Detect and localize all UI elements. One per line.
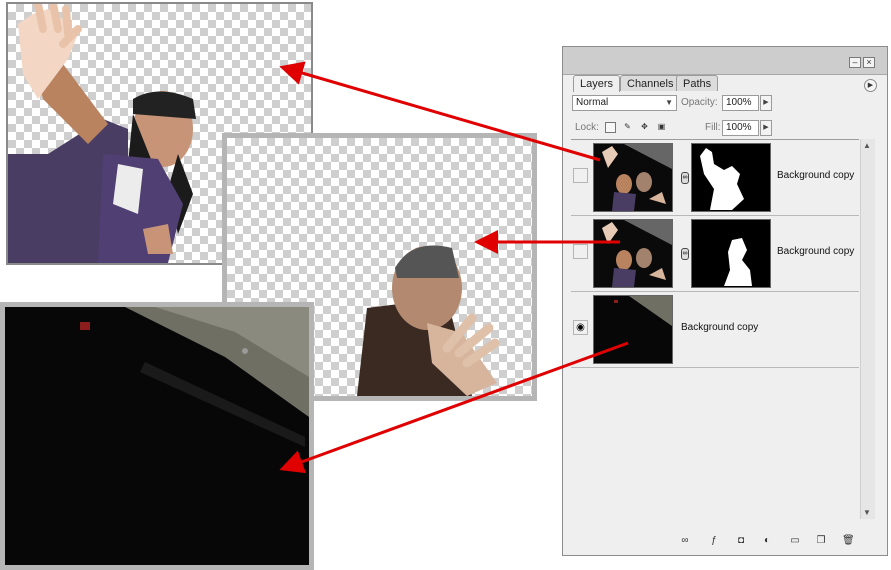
layers-panel: – × Layers Channels Paths ▶ Normal ▼ Opa… [562, 46, 888, 556]
close-icon[interactable]: × [863, 57, 875, 68]
layer-style-icon[interactable]: ƒ [708, 535, 720, 546]
eye-icon: ◉ [576, 322, 585, 333]
new-layer-icon[interactable]: ❐ [815, 535, 827, 546]
panel-footer: ∞ ƒ ◘ ◐ ▭ ❐ 🗑 [563, 529, 887, 553]
chevron-down-icon: ▼ [665, 98, 673, 107]
scroll-down-icon[interactable]: ▼ [863, 508, 871, 517]
layer-thumbnail [593, 219, 673, 288]
adjustment-layer-icon[interactable]: ◐ [761, 535, 773, 546]
lock-controls: ✎ ✥ ▣ [605, 120, 675, 136]
layer-row[interactable]: ∞ Background copy [571, 216, 859, 292]
fill-label: Fill: [705, 122, 721, 133]
layer-mask-thumbnail [691, 143, 771, 212]
fill-stepper[interactable]: ▶ [760, 120, 772, 136]
blend-mode-select[interactable]: Normal ▼ [572, 95, 677, 111]
layers-list: ∞ Background copy ∞ Background copy ◉ Ba… [571, 139, 859, 520]
layer-thumbnail [593, 295, 673, 364]
mask-link-icon[interactable]: ∞ [681, 248, 689, 260]
lock-label: Lock: [575, 122, 599, 133]
panel-menu-icon[interactable]: ▶ [864, 79, 877, 92]
delete-layer-icon[interactable]: 🗑 [842, 535, 855, 546]
add-mask-icon[interactable]: ◘ [735, 535, 747, 546]
layer-row[interactable]: ◉ Background copy [571, 292, 859, 368]
tab-paths[interactable]: Paths [676, 75, 719, 91]
lock-all-icon[interactable]: ▣ [656, 122, 667, 133]
background-layer-image [0, 302, 314, 570]
tab-channels[interactable]: Channels [620, 75, 681, 91]
layer-mask-thumbnail [691, 219, 771, 288]
opacity-label: Opacity: [681, 97, 718, 108]
tab-layers[interactable]: Layers [573, 75, 621, 92]
blend-mode-value: Normal [576, 97, 609, 108]
new-group-icon[interactable]: ▭ [789, 535, 801, 546]
lock-position-icon[interactable]: ✥ [639, 122, 650, 133]
lock-transparency-icon[interactable] [605, 122, 616, 133]
layers-scrollbar[interactable]: ▲ ▼ [860, 139, 875, 519]
background-scene [5, 307, 309, 565]
opacity-stepper[interactable]: ▶ [760, 95, 772, 111]
lock-brush-icon[interactable]: ✎ [622, 122, 633, 133]
layer-name: Background copy [777, 246, 855, 257]
link-layers-icon[interactable]: ∞ [679, 535, 691, 546]
mask-link-icon[interactable]: ∞ [681, 172, 689, 184]
panel-titlebar [563, 47, 887, 75]
layer-name: Background copy [681, 322, 759, 333]
layer-name: Background copy [777, 170, 855, 181]
minimize-icon[interactable]: – [849, 57, 861, 68]
scroll-up-icon[interactable]: ▲ [863, 141, 871, 150]
visibility-toggle[interactable] [573, 244, 588, 259]
opacity-field[interactable]: 100% [722, 95, 759, 111]
layer-thumbnail [593, 143, 673, 212]
visibility-toggle[interactable]: ◉ [573, 320, 588, 335]
layer-row[interactable]: ∞ Background copy [571, 140, 859, 216]
fill-field[interactable]: 100% [722, 120, 759, 136]
visibility-toggle[interactable] [573, 168, 588, 183]
